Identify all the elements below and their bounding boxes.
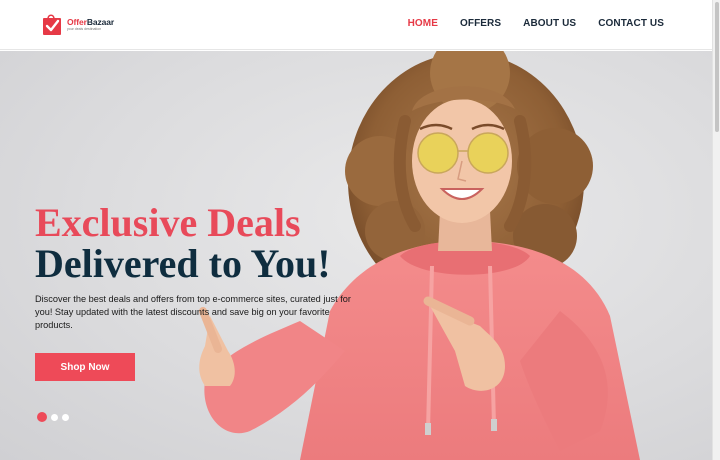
headline-line-1: Exclusive Deals: [35, 200, 301, 245]
carousel-indicators: [37, 412, 69, 422]
nav-home[interactable]: HOME: [408, 18, 438, 29]
carousel-dot-3[interactable]: [62, 413, 69, 421]
brand-name: OfferBazaar: [67, 17, 114, 27]
hero-banner: Exclusive Deals Delivered to You! Discov…: [0, 51, 712, 460]
headline-line-2: Delivered to You!: [35, 241, 331, 286]
shopping-bag-icon: [42, 12, 64, 36]
brand-logo[interactable]: OfferBazaar your deals destination: [42, 12, 114, 36]
nav-contact-us[interactable]: CONTACT US: [598, 18, 664, 29]
shop-now-button[interactable]: Shop Now: [35, 353, 135, 381]
page-scrollbar[interactable]: [712, 0, 720, 460]
carousel-dot-2[interactable]: [51, 413, 58, 421]
brand-name-part1: Offer: [67, 16, 87, 27]
hero-headline: Exclusive Deals Delivered to You!: [35, 203, 331, 285]
scrollbar-thumb[interactable]: [715, 2, 719, 132]
brand-tagline: your deals destination: [67, 26, 102, 31]
nav-offers[interactable]: OFFERS: [460, 18, 501, 29]
carousel-dot-1[interactable]: [37, 412, 47, 422]
hero-description: Discover the best deals and offers from …: [35, 294, 351, 330]
nav-about-us[interactable]: ABOUT US: [523, 18, 576, 29]
main-nav: HOME OFFERS ABOUT US CONTACT US: [408, 18, 664, 29]
site-header: OfferBazaar your deals destination HOME …: [0, 0, 712, 50]
brand-name-part2: Bazaar: [86, 16, 115, 27]
